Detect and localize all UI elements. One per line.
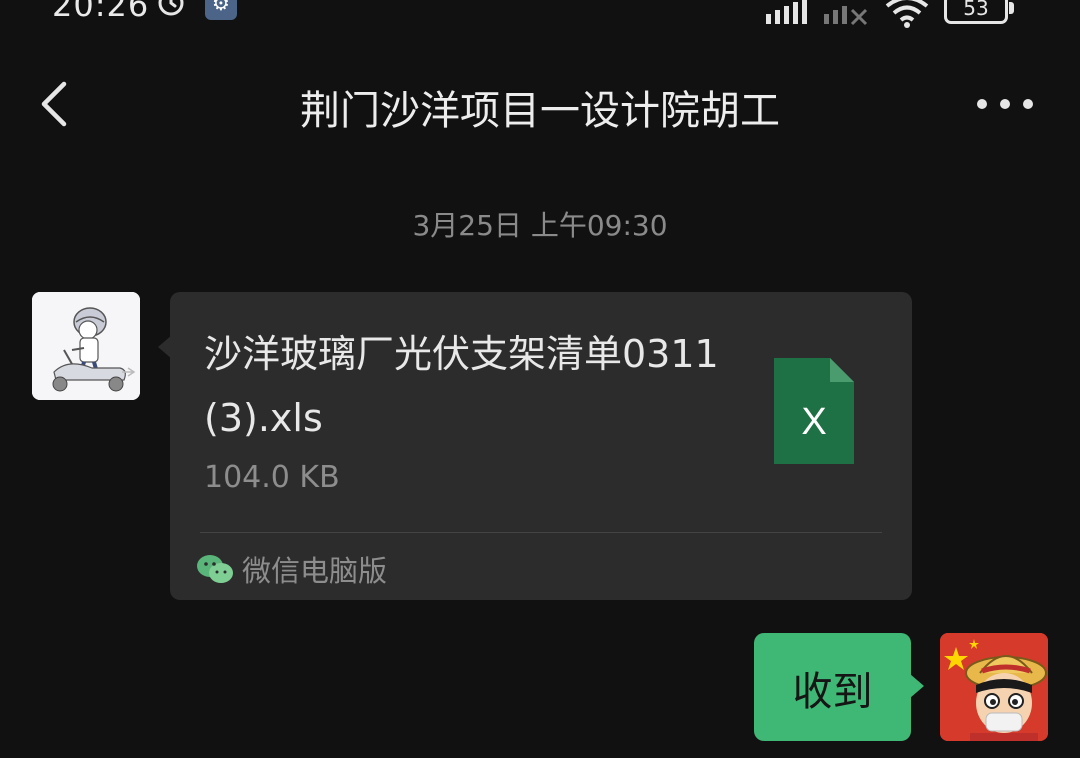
card-source: 微信电脑版 [196, 544, 387, 594]
battery-level: 53 [963, 0, 989, 20]
wifi-icon [885, 0, 929, 28]
alarm-clock-icon [158, 0, 184, 16]
straw-hat-avatar-image [940, 633, 1048, 741]
signal-icon [766, 0, 807, 24]
chat-title: 荆门沙洋项目一设计院胡工 [300, 88, 780, 134]
scooter-rider-avatar-image [32, 292, 140, 400]
source-label: 微信电脑版 [242, 554, 388, 588]
excel-icon-letter: X [801, 401, 826, 443]
status-time: 20:26 [52, 0, 150, 24]
more-dots-icon[interactable] [970, 82, 1040, 126]
contact-avatar[interactable] [32, 292, 140, 400]
file-size: 104.0 KB [204, 460, 340, 495]
gear-icon: ⚙ [205, 0, 237, 20]
excel-file-icon: X [774, 358, 854, 464]
self-text-bubble[interactable]: 收到 [754, 633, 911, 741]
message-timestamp: 3月25日 上午09:30 [412, 209, 668, 242]
file-message-card[interactable]: 沙洋玻璃厂光伏支架清单0311(3).xls X 104.0 KB 微信电脑版 [170, 292, 912, 600]
status-bar: 20:26 ⚙ 53 [0, 0, 1080, 36]
nav-bar: 荆门沙洋项目一设计院胡工 [0, 60, 1080, 150]
self-message-text: 收到 [792, 669, 873, 715]
no-signal-icon [824, 6, 868, 26]
self-avatar[interactable] [940, 633, 1048, 741]
file-name: 沙洋玻璃厂光伏支架清单0311(3).xls [204, 332, 719, 440]
battery-icon: 53 [944, 0, 1008, 24]
self-bubble-tail [910, 674, 924, 698]
battery-tip [1009, 2, 1014, 14]
wechat-icon [197, 555, 233, 583]
card-divider [200, 532, 882, 533]
